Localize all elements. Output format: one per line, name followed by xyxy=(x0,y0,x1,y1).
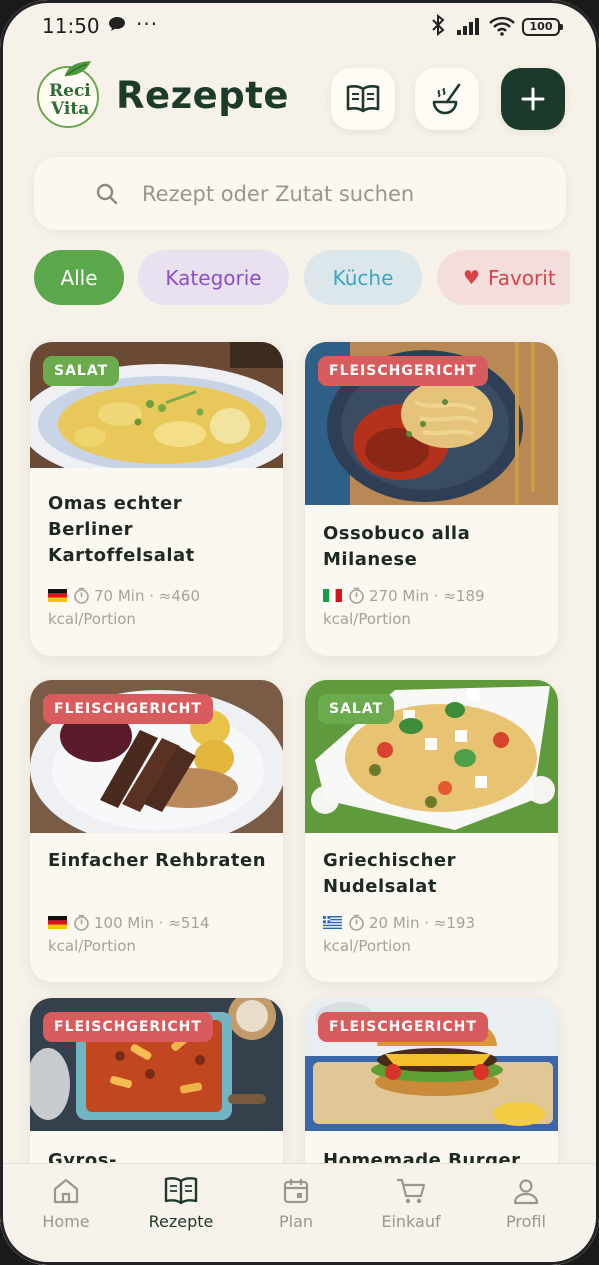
recipe-kcal-unit: kcal/Portion xyxy=(48,610,136,628)
recipe-kcal: ≈514 xyxy=(168,914,210,932)
wifi-icon xyxy=(489,16,515,36)
heart-icon: ♥ xyxy=(463,266,481,289)
recipe-title: Griechischer Nudelsalat xyxy=(323,850,456,897)
recipe-duration: 270 Min xyxy=(369,587,430,605)
cooking-button[interactable] xyxy=(415,68,479,130)
nav-item-home[interactable]: Home xyxy=(16,1176,116,1231)
cookbook-button[interactable] xyxy=(331,68,395,130)
profile-icon xyxy=(513,1179,539,1205)
status-time: 11:50 xyxy=(42,14,100,38)
recipe-duration: 20 Min xyxy=(369,914,420,932)
flag-it-icon xyxy=(323,589,342,602)
recipe-title: Omas echter Berliner Kartoffelsalat xyxy=(48,493,195,566)
category-badge: FLEISCHGERICHT xyxy=(43,694,213,724)
recipe-meta: 100 Min · ≈514 kcal/Portion xyxy=(48,914,210,955)
category-badge: SALAT xyxy=(43,356,120,386)
book-icon xyxy=(346,85,380,113)
nav-item-rezepte[interactable]: Rezepte xyxy=(131,1176,231,1231)
battery-icon: 100 xyxy=(522,18,563,36)
search-icon xyxy=(96,183,118,205)
filter-chips: Alle Kategorie Küche ♥ Favorit xyxy=(0,250,570,308)
calendar-icon xyxy=(283,1179,309,1204)
recipe-kcal-unit: kcal/Portion xyxy=(48,937,136,955)
timer-icon xyxy=(74,587,89,604)
recipe-kcal-unit: kcal/Portion xyxy=(323,937,411,955)
recipe-card[interactable]: SALAT Griechischer Nudelsalat 20 Min · ≈… xyxy=(305,680,558,982)
battery-level: 100 xyxy=(529,20,553,33)
search-bar[interactable] xyxy=(34,157,566,230)
recipe-card[interactable]: FLEISCHGERICHT Ossobuco alla Milanese 27… xyxy=(305,342,558,656)
ladle-icon xyxy=(432,83,461,115)
more-notifications-icon: ··· xyxy=(136,12,159,36)
filter-chip-kategorie[interactable]: Kategorie xyxy=(138,250,289,305)
nav-item-profil[interactable]: Profil xyxy=(476,1176,576,1231)
recipe-duration: 100 Min xyxy=(94,914,155,932)
recipe-duration: 70 Min xyxy=(94,587,145,605)
recipe-kcal: ≈193 xyxy=(433,914,475,932)
nav-item-plan[interactable]: Plan xyxy=(246,1176,346,1231)
recipe-kcal-unit: kcal/Portion xyxy=(323,610,411,628)
recipe-card[interactable]: SALAT Omas echter Berliner Kartoffelsala… xyxy=(30,342,283,656)
category-badge: FLEISCHGERICHT xyxy=(318,356,488,386)
recipe-kcal: ≈189 xyxy=(443,587,485,605)
category-badge: FLEISCHGERICHT xyxy=(318,1012,488,1042)
recipe-kcal: ≈460 xyxy=(158,587,200,605)
bottom-nav: Home Rezepte Plan Einkauf Profil xyxy=(0,1163,599,1265)
add-recipe-button[interactable] xyxy=(501,68,565,130)
nav-label: Home xyxy=(42,1212,90,1231)
nav-label: Plan xyxy=(278,1212,314,1231)
page-title: Rezepte xyxy=(116,74,289,117)
filter-chip-favorit[interactable]: ♥ Favorit xyxy=(437,250,570,305)
timer-icon xyxy=(349,914,364,931)
logo-text-reci: Reci xyxy=(49,81,91,101)
recipe-meta: 70 Min · ≈460 kcal/Portion xyxy=(48,587,200,628)
search-input[interactable] xyxy=(140,175,544,213)
flag-gr-icon xyxy=(323,916,342,929)
timer-icon xyxy=(74,914,89,931)
filter-chip-kueche[interactable]: Küche xyxy=(304,250,422,305)
filter-chip-favorit-label: Favorit xyxy=(488,265,556,290)
flag-de-icon xyxy=(48,916,67,929)
nav-label: Rezepte xyxy=(148,1212,214,1231)
recipe-title: Ossobuco alla Milanese xyxy=(323,523,471,570)
nav-label: Einkauf xyxy=(381,1212,441,1231)
recipe-meta: 20 Min · ≈193 kcal/Portion xyxy=(323,914,475,955)
recipe-card[interactable]: FLEISCHGERICHT Einfacher Rehbraten 100 M… xyxy=(30,680,283,982)
filter-chip-alle[interactable]: Alle xyxy=(34,250,124,305)
app-screen: 11:50 ··· 100 Reci Vita Rezepte Alle Kat… xyxy=(0,0,599,1265)
book-icon xyxy=(164,1177,198,1205)
logo-text-vita: Vita xyxy=(51,99,90,119)
category-badge: FLEISCHGERICHT xyxy=(43,1012,213,1042)
flag-de-icon xyxy=(48,589,67,602)
app-logo: Reci Vita xyxy=(37,61,99,128)
recipe-title: Einfacher Rehbraten xyxy=(48,850,267,871)
chat-bubble-icon xyxy=(109,17,125,31)
plus-icon xyxy=(521,87,545,111)
home-icon xyxy=(53,1178,79,1204)
timer-icon xyxy=(349,587,364,604)
status-bar: 11:50 ··· 100 xyxy=(0,0,599,56)
nav-item-einkauf[interactable]: Einkauf xyxy=(361,1176,461,1231)
nav-label: Profil xyxy=(506,1212,546,1231)
signal-icon xyxy=(457,18,479,35)
category-badge: SALAT xyxy=(318,694,395,724)
cart-icon xyxy=(397,1178,426,1204)
leaf-icon xyxy=(64,61,91,77)
recipe-meta: 270 Min · ≈189 kcal/Portion xyxy=(323,587,485,628)
bluetooth-icon xyxy=(432,14,445,36)
